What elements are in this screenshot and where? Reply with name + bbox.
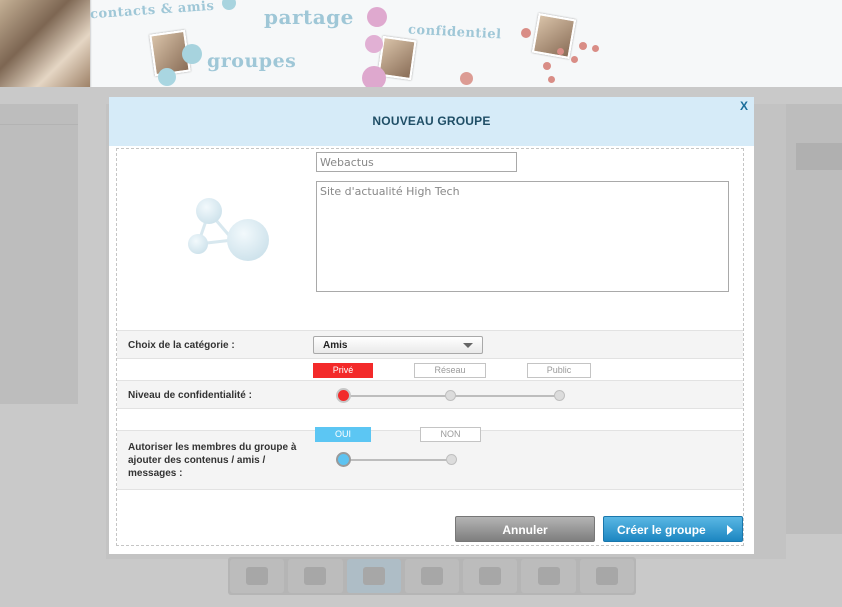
background-toolbar (228, 557, 636, 595)
toolbar-feed-icon (463, 559, 518, 593)
create-group-label: Créer le groupe (617, 523, 706, 537)
banner-word: partage (264, 5, 354, 29)
toolbar-settings-icon (579, 559, 634, 593)
cancel-button[interactable]: Annuler (455, 516, 595, 542)
arrow-right-icon (727, 525, 733, 535)
profile-photo-collage (0, 0, 90, 87)
members-slider-stop-non[interactable] (446, 454, 457, 465)
banner-word: groupes (207, 50, 297, 72)
toolbar-sync-icon (521, 559, 576, 593)
network-bubbles-icon (188, 198, 269, 261)
decor-bubble (521, 28, 531, 38)
toolbar-messages-icon (404, 559, 460, 593)
decor-bubble (543, 62, 551, 70)
members-permission-label: Autoriser les membres du groupe à ajoute… (128, 442, 297, 479)
toolbar-photos-icon (288, 559, 343, 593)
toolbar-contacts-icon (230, 559, 285, 593)
decor-bubble (592, 45, 599, 52)
decor-bubble (548, 76, 555, 83)
privacy-slider-stop-public[interactable] (554, 390, 565, 401)
decor-bubble (579, 42, 587, 50)
privacy-option-prive[interactable]: Privé (313, 363, 373, 378)
dialog-title: NOUVEAU GROUPE (372, 114, 491, 128)
profile-photo (531, 13, 577, 59)
banner-word: contacts & amis (89, 0, 215, 23)
background-divider (0, 124, 78, 125)
decor-bubble (362, 66, 386, 87)
privacy-label: Niveau de confidentialité : (128, 390, 252, 401)
members-option-oui[interactable]: OUI (315, 427, 371, 442)
decor-bubble (367, 7, 387, 27)
decor-bubble (571, 56, 578, 63)
dialog-form: Site d'actualité High Tech Choix de la c… (116, 148, 744, 546)
group-name-input[interactable] (316, 152, 517, 172)
privacy-option-public[interactable]: Public (527, 363, 591, 378)
chevron-down-icon (463, 343, 473, 348)
header-banner: contacts & amis partage groupes confiden… (0, 0, 842, 87)
members-slider-knob[interactable] (336, 452, 351, 467)
category-selected-value: Amis (323, 340, 348, 351)
privacy-slider-stop-reseau[interactable] (445, 390, 456, 401)
background-right-tab (796, 143, 842, 170)
privacy-slider-knob[interactable] (336, 388, 351, 403)
decor-bubble (182, 44, 202, 64)
toolbar-groups-icon (346, 559, 401, 593)
category-label: Choix de la catégorie : (128, 340, 235, 351)
members-slider-track[interactable] (343, 459, 453, 461)
decor-bubble (222, 0, 236, 10)
background-left-panel (0, 104, 78, 404)
dialog-header: NOUVEAU GROUPE X (109, 97, 754, 146)
close-button[interactable]: X (740, 99, 748, 113)
decor-bubble (460, 72, 473, 85)
decor-bubble (158, 68, 176, 86)
privacy-option-reseau[interactable]: Réseau (414, 363, 486, 378)
new-group-dialog: NOUVEAU GROUPE X Site d'actualité High T… (109, 97, 754, 554)
banner-word: confidentiel (407, 22, 502, 43)
category-select[interactable]: Amis (313, 336, 483, 354)
group-description-input[interactable]: Site d'actualité High Tech (316, 181, 729, 292)
decor-bubble (557, 48, 564, 55)
decor-bubble (365, 35, 383, 53)
create-group-button[interactable]: Créer le groupe (603, 516, 743, 542)
members-option-non[interactable]: NON (420, 427, 481, 442)
